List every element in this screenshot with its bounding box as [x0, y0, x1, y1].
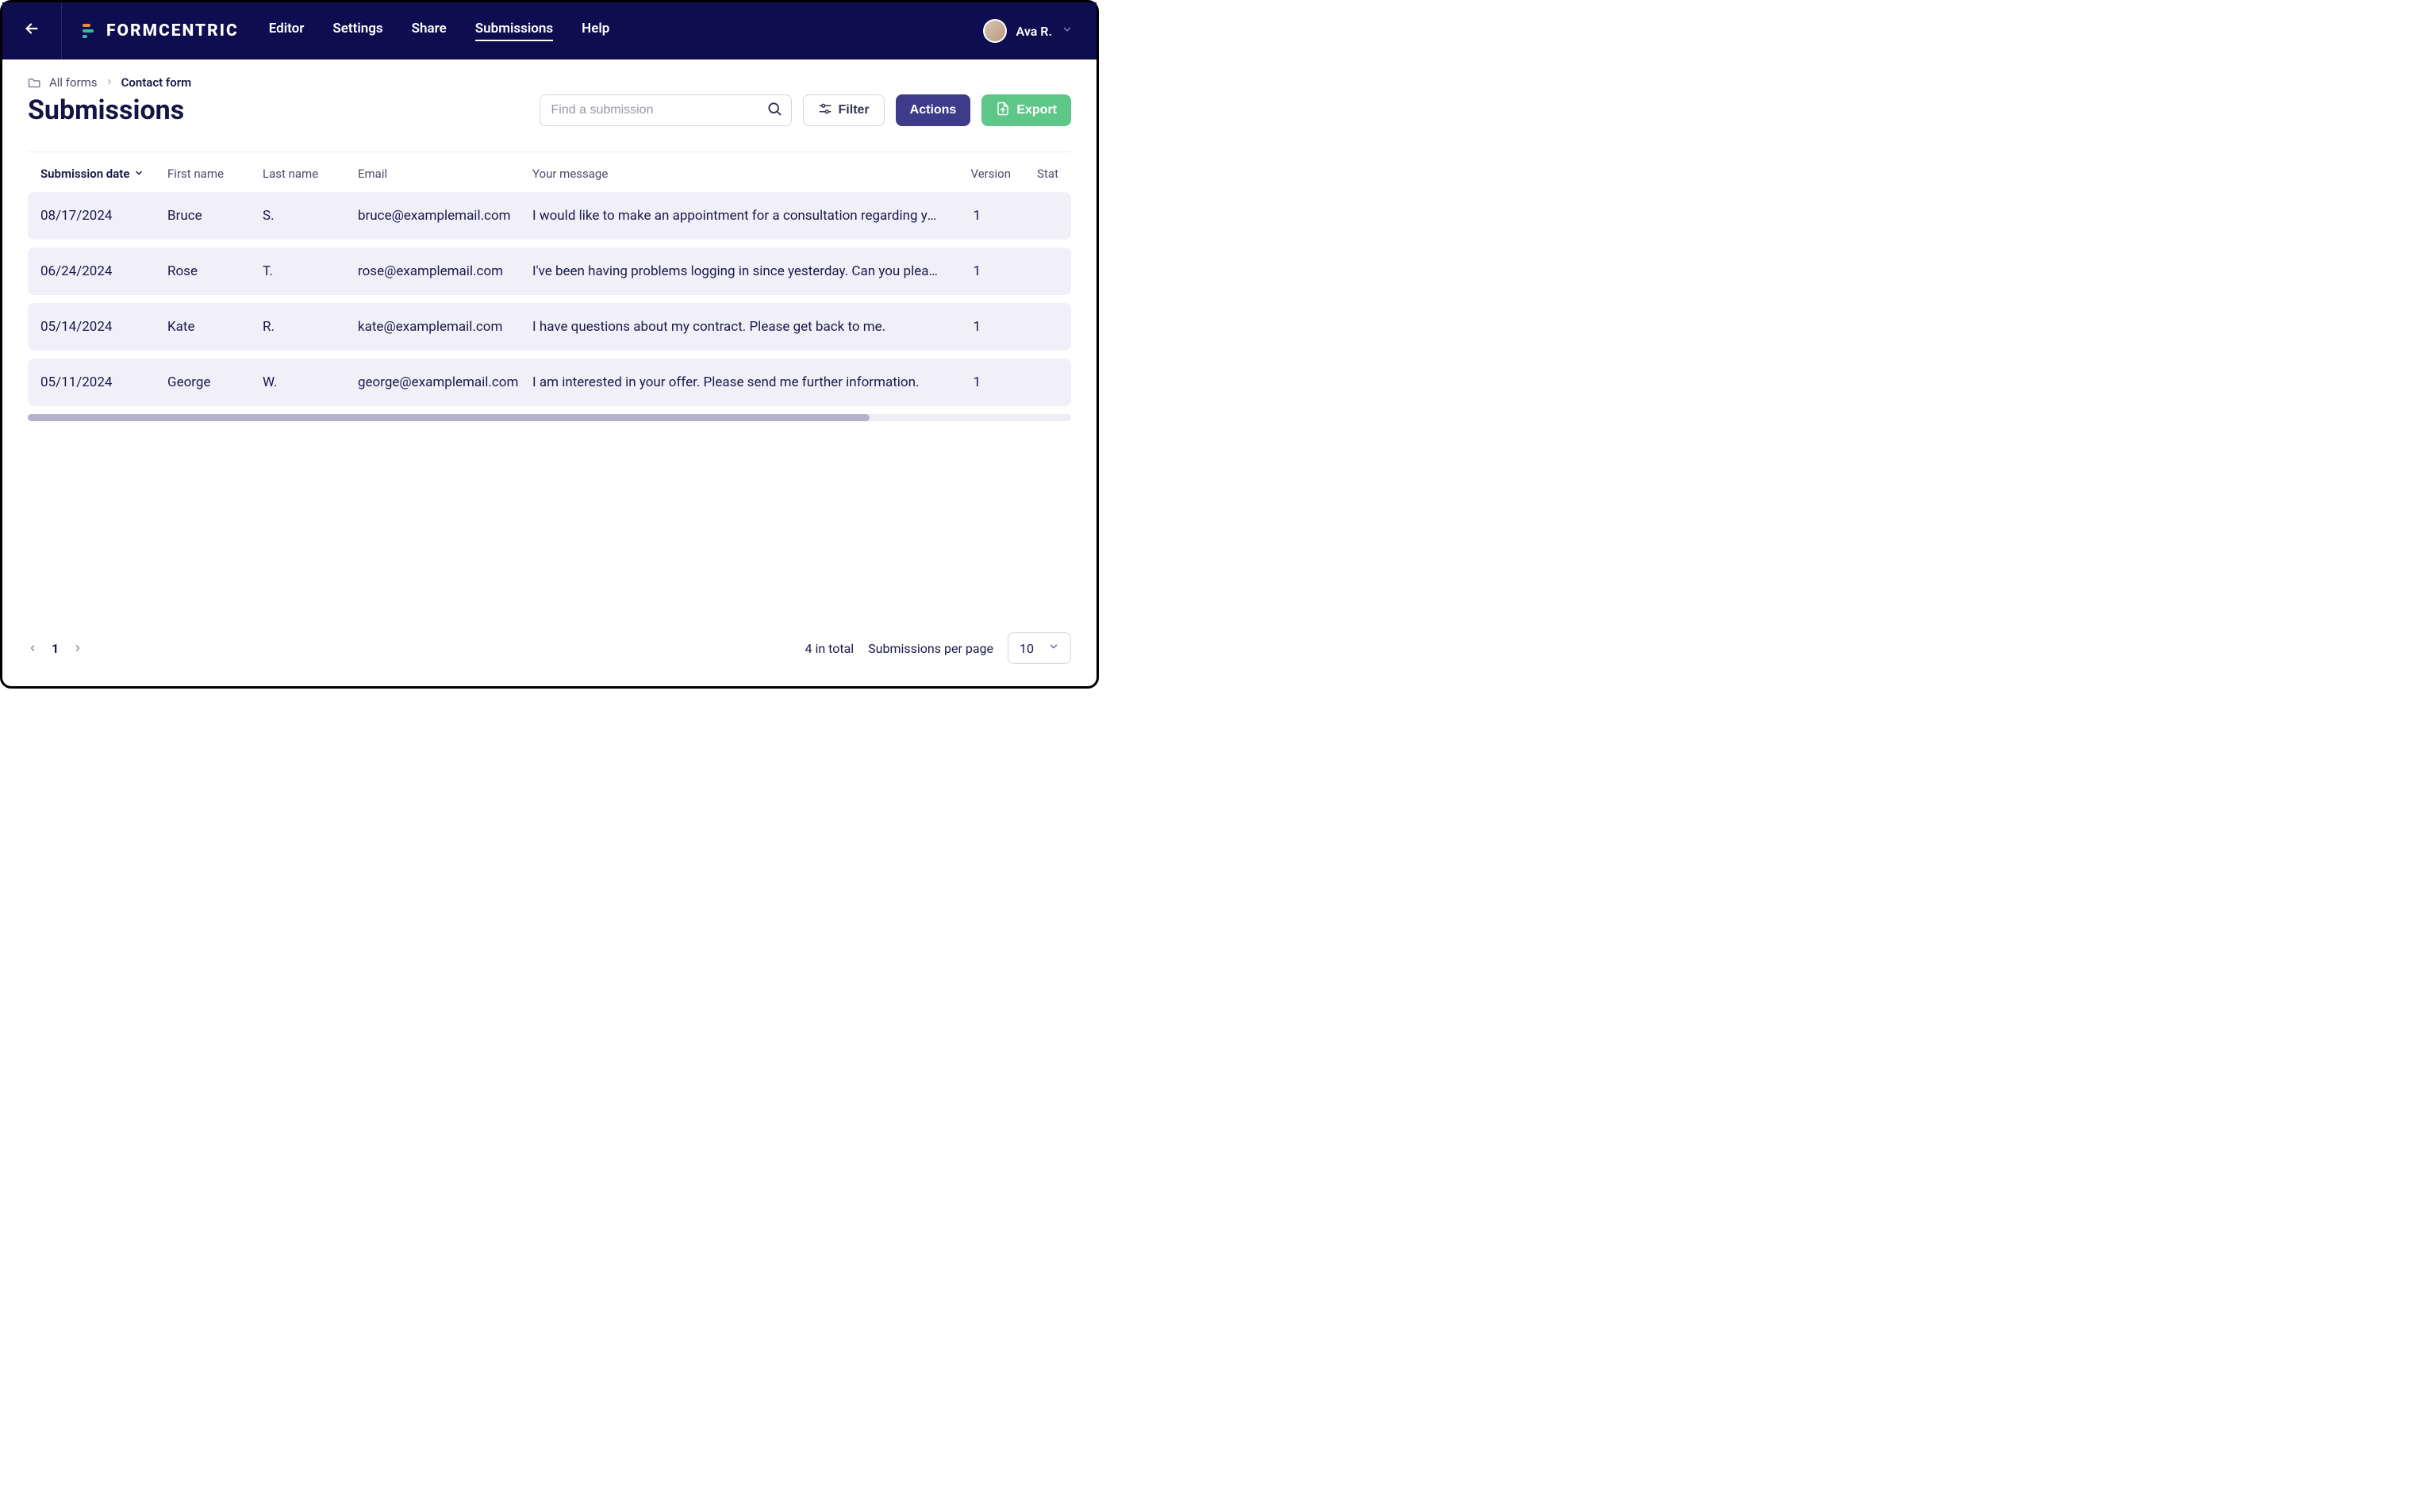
cell-first-name: George	[167, 374, 263, 390]
perpage-value: 10	[1020, 641, 1034, 656]
search-input[interactable]	[540, 94, 792, 126]
total-count: 4 in total	[805, 641, 854, 656]
table-body: 08/17/2024BruceS.bruce@examplemail.comI …	[28, 192, 1071, 406]
cell-first-name: Kate	[167, 319, 263, 335]
col-version[interactable]: Version	[939, 167, 1011, 181]
next-page-icon[interactable]	[73, 641, 83, 656]
user-menu[interactable]: Ava R.	[983, 19, 1073, 43]
pagination: 1	[28, 641, 83, 656]
user-name: Ava R.	[1016, 24, 1052, 39]
cell-date: 06/24/2024	[40, 263, 167, 279]
scrollbar-thumb[interactable]	[28, 414, 870, 421]
col-first-name[interactable]: First name	[167, 167, 263, 181]
avatar	[983, 19, 1007, 43]
prev-page-icon[interactable]	[28, 641, 37, 656]
nav-item-share[interactable]: Share	[412, 21, 447, 41]
cell-date: 08/17/2024	[40, 208, 167, 224]
table-row[interactable]: 08/17/2024BruceS.bruce@examplemail.comI …	[28, 192, 1071, 240]
cell-version: 1	[939, 208, 1011, 224]
export-button[interactable]: Export	[981, 94, 1071, 126]
perpage-label: Submissions per page	[868, 641, 993, 656]
cell-email: bruce@examplemail.com	[358, 208, 532, 224]
submissions-table: Submission date First name Last name Ema…	[28, 152, 1071, 421]
filter-button[interactable]: Filter	[803, 94, 885, 126]
logo-icon	[79, 22, 97, 40]
horizontal-scrollbar[interactable]	[28, 414, 1071, 421]
folder-icon	[28, 77, 41, 88]
breadcrumb: All forms Contact form	[28, 75, 1071, 90]
cell-message: I have questions about my contract. Plea…	[532, 319, 939, 335]
cell-email: rose@examplemail.com	[358, 263, 532, 279]
nav-item-submissions[interactable]: Submissions	[475, 21, 553, 41]
brand-name: FORMCENTRIC	[106, 21, 239, 40]
cell-message: I've been having problems logging in sin…	[532, 263, 939, 279]
sort-chevron-down-icon	[134, 167, 144, 181]
table-header: Submission date First name Last name Ema…	[28, 155, 1071, 192]
actions-button[interactable]: Actions	[896, 94, 971, 126]
breadcrumb-root[interactable]: All forms	[49, 75, 98, 90]
actions-label: Actions	[910, 103, 957, 117]
cell-version: 1	[939, 374, 1011, 390]
col-date-label: Submission date	[40, 167, 129, 181]
cell-last-name: R.	[263, 319, 358, 335]
cell-date: 05/11/2024	[40, 374, 167, 390]
page-number[interactable]: 1	[52, 641, 59, 656]
cell-email: george@examplemail.com	[358, 374, 532, 390]
col-status[interactable]: Stat	[1011, 167, 1058, 181]
breadcrumb-current: Contact form	[121, 75, 192, 90]
content: All forms Contact form Submissions Filte…	[2, 59, 1097, 421]
perpage-select[interactable]: 10	[1008, 632, 1071, 664]
table-row[interactable]: 05/11/2024GeorgeW.george@examplemail.com…	[28, 359, 1071, 406]
brand[interactable]: FORMCENTRIC	[62, 21, 263, 40]
nav-item-settings[interactable]: Settings	[332, 21, 382, 41]
cell-message: I am interested in your offer. Please se…	[532, 374, 939, 390]
search-field	[540, 94, 792, 126]
export-icon	[996, 102, 1010, 120]
filter-label: Filter	[839, 103, 870, 117]
cell-date: 05/14/2024	[40, 319, 167, 335]
cell-last-name: W.	[263, 374, 358, 390]
export-label: Export	[1016, 103, 1057, 117]
sliders-icon	[818, 102, 832, 120]
title-row: Submissions Filter Actions	[28, 94, 1071, 126]
main-nav: Editor Settings Share Submissions Help	[269, 21, 610, 41]
cell-first-name: Bruce	[167, 208, 263, 224]
cell-version: 1	[939, 319, 1011, 335]
col-last-name[interactable]: Last name	[263, 167, 358, 181]
col-submission-date[interactable]: Submission date	[40, 167, 167, 181]
nav-item-help[interactable]: Help	[582, 21, 609, 41]
table-row[interactable]: 06/24/2024RoseT.rose@examplemail.comI've…	[28, 248, 1071, 295]
table-row[interactable]: 05/14/2024KateR.kate@examplemail.comI ha…	[28, 303, 1071, 351]
cell-email: kate@examplemail.com	[358, 319, 532, 335]
cell-message: I would like to make an appointment for …	[532, 208, 939, 224]
nav-item-editor[interactable]: Editor	[269, 21, 305, 41]
chevron-right-icon	[106, 77, 113, 89]
back-button-area	[2, 2, 62, 59]
chevron-down-icon	[1048, 641, 1059, 655]
chevron-down-icon	[1062, 24, 1073, 38]
back-arrow-icon[interactable]	[23, 20, 40, 42]
col-email[interactable]: Email	[358, 167, 532, 181]
cell-last-name: T.	[263, 263, 358, 279]
col-message[interactable]: Your message	[532, 167, 939, 181]
cell-version: 1	[939, 263, 1011, 279]
page-title: Submissions	[28, 94, 184, 126]
topbar: FORMCENTRIC Editor Settings Share Submissio…	[2, 2, 1097, 59]
cell-first-name: Rose	[167, 263, 263, 279]
footer: 1 4 in total Submissions per page 10	[2, 618, 1097, 686]
cell-last-name: S.	[263, 208, 358, 224]
toolbar: Filter Actions Export	[540, 94, 1071, 126]
search-icon[interactable]	[766, 101, 782, 120]
